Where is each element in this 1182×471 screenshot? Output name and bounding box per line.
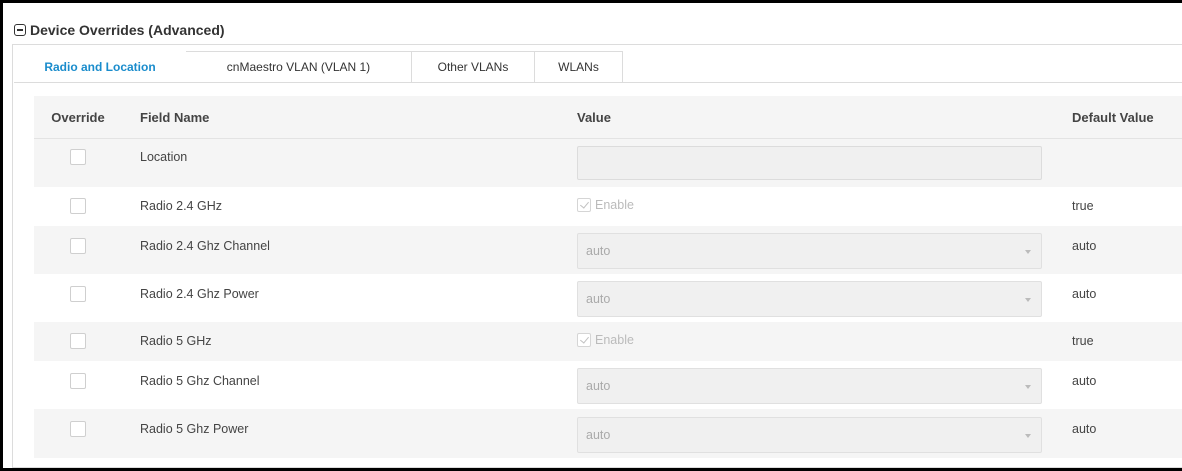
table-row: Radio 2.4 Ghz Power auto auto <box>34 274 1182 322</box>
select-value: auto <box>586 428 611 442</box>
default-value-radio-5: true <box>1072 334 1094 348</box>
section-title: Device Overrides (Advanced) <box>30 22 225 38</box>
default-value-radio-5-power: auto <box>1072 422 1097 436</box>
chevron-down-icon <box>1025 385 1031 389</box>
override-checkbox-radio-24-power[interactable] <box>70 286 86 302</box>
table-row: Radio 5 Ghz Power auto auto <box>34 409 1182 458</box>
tab-bar: Radio and Location cnMaestro VLAN (VLAN … <box>14 51 623 83</box>
header-field-name: Field Name <box>140 109 210 125</box>
header-override: Override <box>51 109 105 125</box>
radio-5-channel-select[interactable]: auto <box>577 368 1042 404</box>
override-checkbox-radio-5-channel[interactable] <box>70 373 86 389</box>
tab-radio-and-location[interactable]: Radio and Location <box>14 51 186 83</box>
radio-5-enable-checkbox[interactable]: Enable <box>577 333 634 347</box>
select-value: auto <box>586 244 611 258</box>
field-name-radio-5: Radio 5 GHz <box>140 334 212 348</box>
field-name-radio-24-channel: Radio 2.4 Ghz Channel <box>140 239 270 253</box>
field-name-radio-24-power: Radio 2.4 Ghz Power <box>140 287 259 301</box>
check-icon <box>577 333 591 347</box>
table-row: Radio 5 Ghz Channel auto auto <box>34 361 1182 409</box>
field-name-radio-5-power: Radio 5 Ghz Power <box>140 422 249 436</box>
override-checkbox-radio-24-channel[interactable] <box>70 238 86 254</box>
field-name-location: Location <box>140 150 188 164</box>
table-row: Radio 5 GHz Enable true <box>34 322 1182 361</box>
location-input[interactable] <box>577 146 1042 180</box>
select-value: auto <box>586 292 611 306</box>
default-value-radio-24-power: auto <box>1072 287 1097 301</box>
tab-divider <box>14 82 1182 83</box>
table-header: Override Field Name Value Default Value <box>34 96 1182 139</box>
tab-other-vlans[interactable]: Other VLANs <box>412 51 535 83</box>
override-checkbox-radio-24[interactable] <box>70 198 86 214</box>
minus-square-icon[interactable] <box>14 24 26 36</box>
default-value-radio-24-channel: auto <box>1072 239 1097 253</box>
enable-label: Enable <box>595 333 634 347</box>
default-value-radio-5-channel: auto <box>1072 374 1097 388</box>
override-checkbox-radio-5-power[interactable] <box>70 421 86 437</box>
overrides-table: Override Field Name Value Default Value … <box>34 96 1182 458</box>
chevron-down-icon <box>1025 250 1031 254</box>
header-value: Value <box>577 109 611 125</box>
header-default-value: Default Value <box>1072 109 1154 125</box>
chevron-down-icon <box>1025 298 1031 302</box>
radio-24-channel-select[interactable]: auto <box>577 233 1042 269</box>
override-checkbox-radio-5[interactable] <box>70 333 86 349</box>
table-row: Location <box>34 139 1182 187</box>
check-icon <box>577 198 591 212</box>
override-checkbox-location[interactable] <box>70 149 86 165</box>
field-name-radio-5-channel: Radio 5 Ghz Channel <box>140 374 260 388</box>
tab-cnmaestro-vlan[interactable]: cnMaestro VLAN (VLAN 1) <box>186 51 412 83</box>
tab-wlans[interactable]: WLANs <box>535 51 623 83</box>
section-header[interactable]: Device Overrides (Advanced) <box>14 22 225 38</box>
select-value: auto <box>586 379 611 393</box>
default-value-radio-24: true <box>1072 199 1094 213</box>
radio-24-power-select[interactable]: auto <box>577 281 1042 317</box>
chevron-down-icon <box>1025 434 1031 438</box>
enable-label: Enable <box>595 198 634 212</box>
table-row: Radio 2.4 Ghz Channel auto auto <box>34 226 1182 274</box>
radio-5-power-select[interactable]: auto <box>577 417 1042 453</box>
radio-24-enable-checkbox[interactable]: Enable <box>577 198 634 212</box>
table-row: Radio 2.4 GHz Enable true <box>34 187 1182 226</box>
field-name-radio-24: Radio 2.4 GHz <box>140 199 222 213</box>
